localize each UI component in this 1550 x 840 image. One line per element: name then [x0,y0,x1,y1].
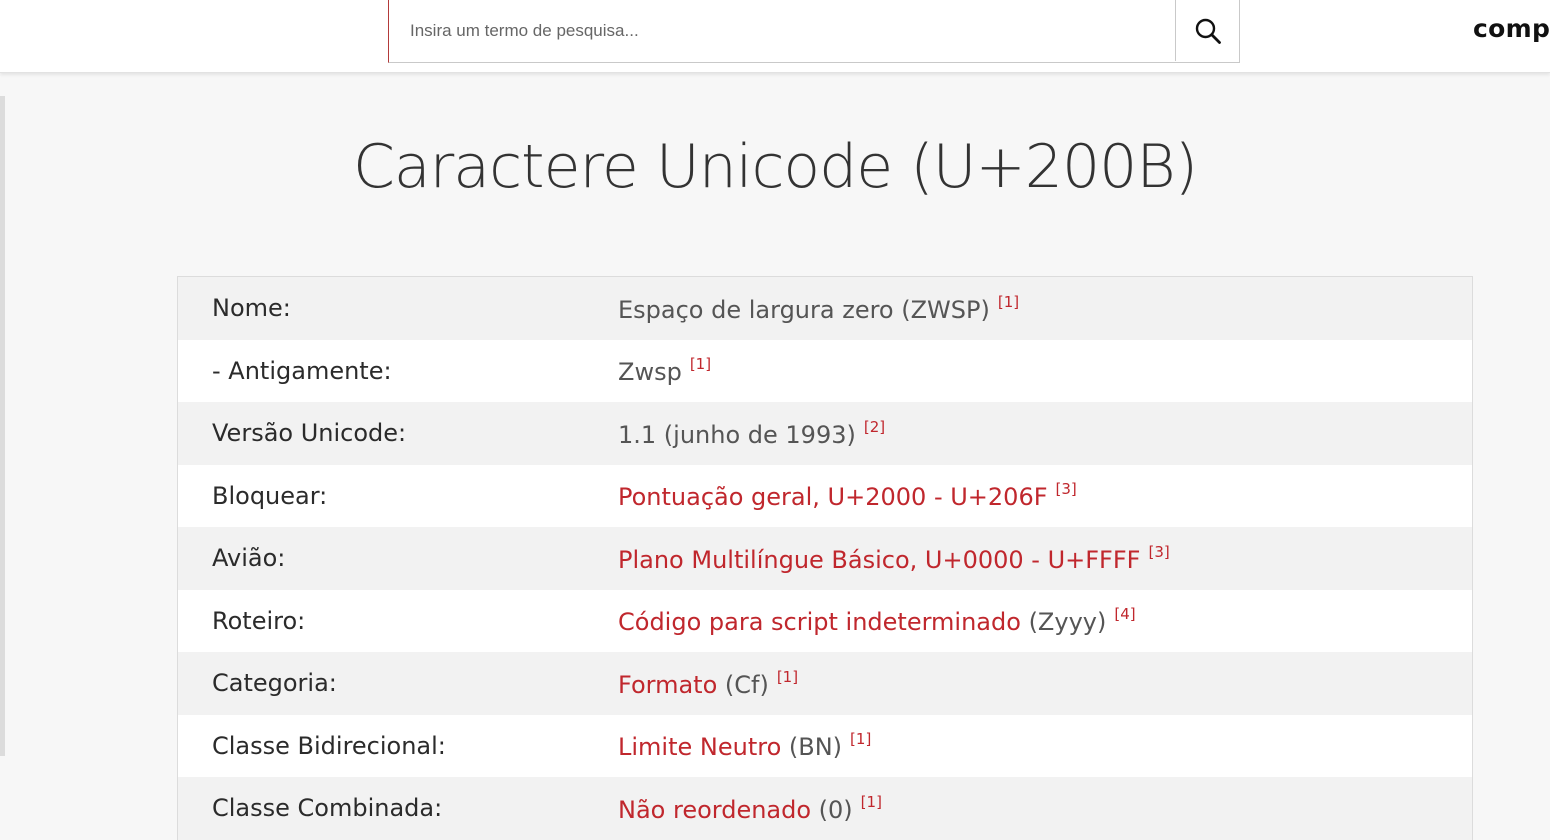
search-input[interactable] [389,0,1175,61]
row-label: Roteiro: [212,606,306,635]
search-icon [1195,18,1221,44]
row-value: 1.1 (junho de 1993) [2] [618,418,885,449]
row-label: Classe Combinada: [212,794,443,823]
row-label: Bloquear: [212,481,328,510]
table-row-block: Bloquear: Pontuação geral, U+2000 - U+20… [178,464,1472,527]
row-value: Formato (Cf) [1] [618,668,798,699]
value-text: 1.1 (junho de 1993) [618,420,856,449]
bidi-class-link[interactable]: Limite Neutro [618,733,781,761]
block-link[interactable]: Pontuação geral, U+2000 - U+206F [618,483,1048,511]
row-value: Espaço de largura zero (ZWSP) [1] [618,293,1019,324]
value-text: (Cf) [717,670,769,699]
row-value: Pontuação geral, U+2000 - U+206F [3] [618,480,1077,511]
brand-logo-link[interactable]: compart [1473,14,1550,43]
reference-link[interactable]: [1] [850,730,871,748]
reference-link[interactable]: [4] [1114,605,1135,623]
row-label: Classe Bidirecional: [212,731,446,760]
table-row-unicode-version: Versão Unicode: 1.1 (junho de 1993) [2] [178,402,1472,465]
value-text: (0) [811,795,853,824]
top-bar: compart [0,0,1550,73]
row-value: Zwsp [1] [618,355,711,386]
row-label: Nome: [212,294,291,323]
row-value: Limite Neutro (BN) [1] [618,730,871,761]
table-row-bidi-class: Classe Bidirecional: Limite Neutro (BN) [… [178,714,1472,777]
reference-link[interactable]: [1] [777,668,798,686]
search-box [388,0,1240,63]
reference-link[interactable]: [1] [690,355,711,373]
value-text: Espaço de largura zero (ZWSP) [618,295,990,324]
table-row-script: Roteiro: Código para script indeterminad… [178,589,1472,652]
plane-link[interactable]: Plano Multilíngue Básico, U+0000 - U+FFF… [618,546,1140,574]
table-row-category: Categoria: Formato (Cf) [1] [178,652,1472,715]
script-link[interactable]: Código para script indeterminado [618,608,1021,636]
search-button[interactable] [1175,0,1239,61]
reference-link[interactable]: [3] [1056,480,1077,498]
reference-link[interactable]: [1] [998,293,1019,311]
value-text: (BN) [781,733,843,762]
row-value: Plano Multilíngue Básico, U+0000 - U+FFF… [618,543,1170,574]
row-value: Não reordenado (0) [1] [618,793,882,824]
character-info-table: Nome: Espaço de largura zero (ZWSP) [1] -… [177,276,1473,840]
reference-link[interactable]: [1] [861,793,882,811]
table-row-formerly: - Antigamente: Zwsp [1] [178,339,1472,402]
page-title: Caractere Unicode (U+200B) [352,132,1198,202]
table-row-name: Nome: Espaço de largura zero (ZWSP) [1] [178,277,1472,340]
table-row-combining-class: Classe Combinada: Não reordenado (0) [1] [178,777,1472,840]
combining-class-link[interactable]: Não reordenado [618,796,811,824]
row-label: Categoria: [212,669,337,698]
category-link[interactable]: Formato [618,671,717,699]
row-label: Avião: [212,544,286,573]
row-label: Versão Unicode: [212,419,407,448]
row-value: Código para script indeterminado (Zyyy) [… [618,605,1136,636]
reference-link[interactable]: [3] [1148,543,1169,561]
row-label: - Antigamente: [212,356,392,385]
reference-link[interactable]: [2] [864,418,885,436]
value-text: Zwsp [618,358,682,387]
value-text: (Zyyy) [1020,608,1107,637]
table-row-plane: Avião: Plano Multilíngue Básico, U+0000 … [178,527,1472,590]
